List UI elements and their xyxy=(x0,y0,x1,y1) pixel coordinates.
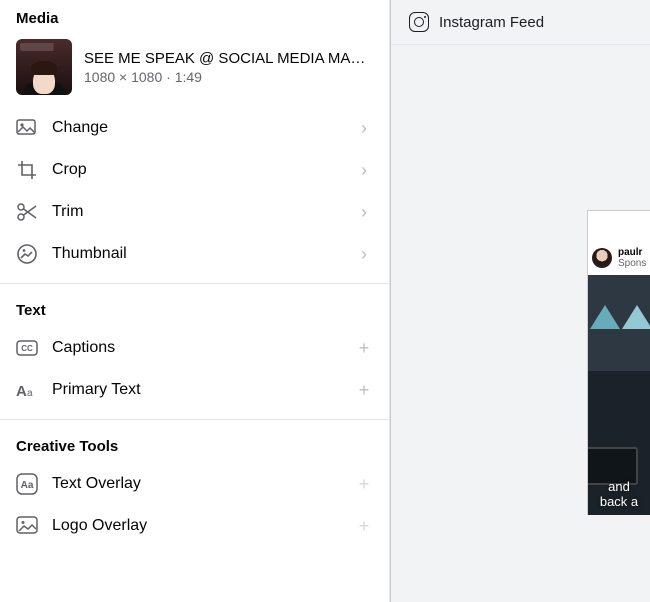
text-icon: Aa xyxy=(16,379,38,401)
text-overlay-label: Text Overlay xyxy=(52,475,341,493)
post-caption: and back a xyxy=(588,479,650,509)
media-thumbnail xyxy=(16,39,72,95)
plus-icon: + xyxy=(355,380,373,401)
text-overlay-button[interactable]: Aa Text Overlay + xyxy=(0,463,389,505)
change-button[interactable]: Change › xyxy=(0,107,389,149)
captions-label: Captions xyxy=(52,339,341,357)
editor-sidebar: Media SEE ME SPEAK @ SOCIAL MEDIA MAR… 1… xyxy=(0,0,390,602)
logo-overlay-label: Logo Overlay xyxy=(52,517,341,535)
section-media-title: Media xyxy=(0,0,389,35)
post-header: paulr Spons xyxy=(588,241,650,275)
trim-button[interactable]: Trim › xyxy=(0,191,389,233)
divider xyxy=(0,283,389,284)
svg-text:CC: CC xyxy=(21,344,33,353)
text-overlay-icon: Aa xyxy=(16,473,38,495)
crop-label: Crop xyxy=(52,161,341,179)
plus-icon: + xyxy=(355,338,373,359)
chevron-right-icon: › xyxy=(355,118,373,139)
plus-icon: + xyxy=(355,474,373,495)
avatar xyxy=(592,248,612,268)
crop-button[interactable]: Crop › xyxy=(0,149,389,191)
captions-button[interactable]: CC Captions + xyxy=(0,327,389,369)
chevron-right-icon: › xyxy=(355,202,373,223)
logo-overlay-icon xyxy=(16,515,38,537)
post-sponsored: Spons xyxy=(618,258,646,269)
chevron-right-icon: › xyxy=(355,160,373,181)
post-username: paulr xyxy=(618,247,646,258)
section-text-title: Text xyxy=(0,292,389,327)
primary-text-label: Primary Text xyxy=(52,381,341,399)
crop-icon xyxy=(16,159,38,181)
change-label: Change xyxy=(52,119,341,137)
chevron-right-icon: › xyxy=(355,244,373,265)
captions-icon: CC xyxy=(16,337,38,359)
thumbnail-label: Thumbnail xyxy=(52,245,341,263)
instagram-icon xyxy=(409,12,429,32)
divider xyxy=(0,419,389,420)
svg-text:Aa: Aa xyxy=(21,480,34,491)
trim-icon xyxy=(16,201,38,223)
primary-text-button[interactable]: Aa Primary Text + xyxy=(0,369,389,411)
svg-text:a: a xyxy=(27,388,33,399)
post-image: and back a xyxy=(588,275,650,515)
image-swap-icon xyxy=(16,117,38,139)
section-creative-tools-title: Creative Tools xyxy=(0,428,389,463)
plus-icon: + xyxy=(355,516,373,537)
preview-pane: Instagram Feed paulr Spons and back a xyxy=(390,0,650,602)
media-subtitle: 1080 × 1080 · 1:49 xyxy=(84,69,373,85)
thumbnail-button[interactable]: Thumbnail › xyxy=(0,233,389,275)
media-title: SEE ME SPEAK @ SOCIAL MEDIA MAR… xyxy=(84,50,373,67)
preview-header: Instagram Feed xyxy=(391,0,650,45)
logo-overlay-button[interactable]: Logo Overlay + xyxy=(0,505,389,547)
thumbnail-icon xyxy=(16,243,38,265)
media-info: SEE ME SPEAK @ SOCIAL MEDIA MAR… 1080 × … xyxy=(84,50,373,85)
post-meta: paulr Spons xyxy=(618,247,646,269)
svg-text:A: A xyxy=(16,383,27,399)
preview-post-card: paulr Spons and back a xyxy=(587,210,650,515)
media-summary: SEE ME SPEAK @ SOCIAL MEDIA MAR… 1080 × … xyxy=(0,35,389,107)
trim-label: Trim xyxy=(52,203,341,221)
preview-title: Instagram Feed xyxy=(439,14,544,31)
